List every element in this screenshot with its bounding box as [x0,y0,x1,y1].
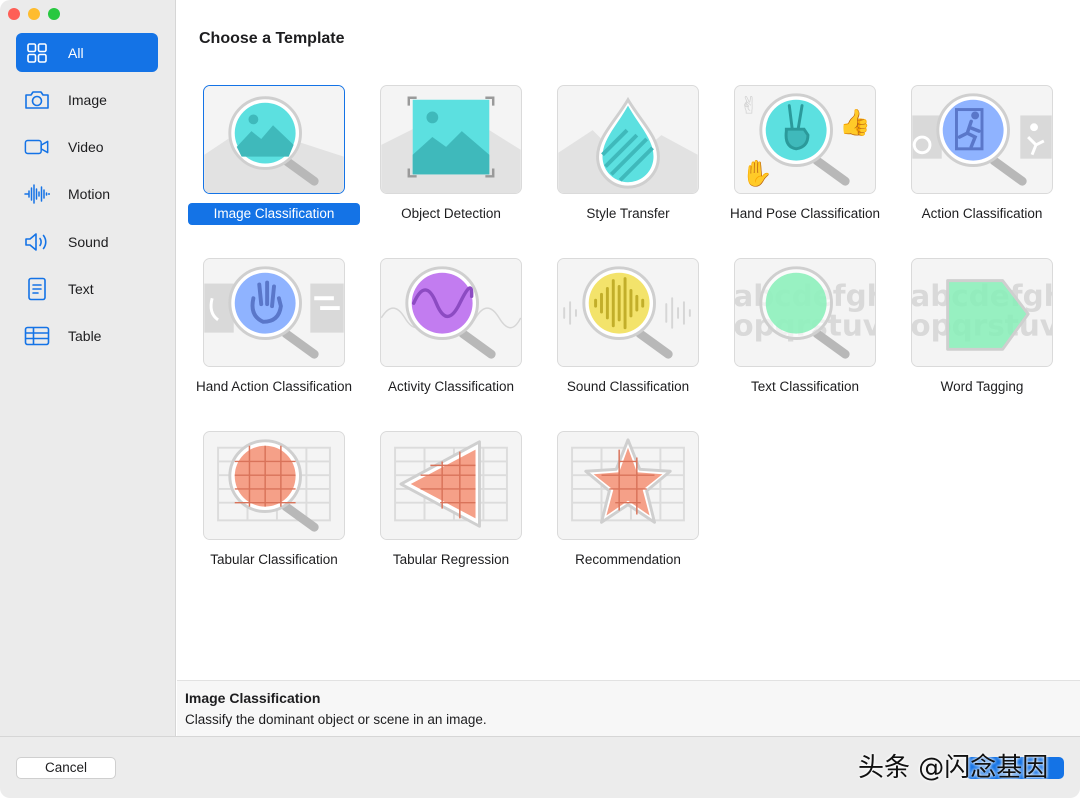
style-transfer-icon [557,85,699,194]
template-description-panel: Image Classification Classify the domina… [177,680,1080,736]
sidebar-item-text[interactable]: Text [16,269,158,308]
recommendation-icon [557,431,699,540]
sidebar-item-all[interactable]: All [16,33,158,72]
sidebar: All Image Video Motion Sound Text Table [0,0,176,736]
template-label: Object Detection [401,206,501,221]
page-title: Choose a Template [199,30,345,47]
grid-icon [24,40,50,66]
sidebar-item-label: Video [68,139,104,156]
tabular-classification-icon [203,431,345,540]
watermark-text: 头条 @闪念基因 [858,753,1049,783]
video-camera-icon [24,134,50,160]
zoom-window-button[interactable] [48,8,60,20]
sidebar-item-label: Text [68,280,94,297]
close-window-button[interactable] [8,8,20,20]
sidebar-item-sound[interactable]: Sound [16,222,158,261]
sidebar-item-image[interactable]: Image [16,80,158,119]
activity-classification-icon [380,258,522,367]
template-text-classification[interactable]: abcdefghi opqrstuvw Text Classification [719,258,891,398]
sidebar-item-label: Motion [68,186,111,203]
sidebar-item-label: Sound [68,233,109,250]
footer-bar: Cancel 头条 @闪念基因 [0,736,1080,798]
template-object-detection[interactable]: Object Detection [365,85,537,225]
template-label: Text Classification [750,379,860,394]
hand-action-icon [203,258,345,367]
sidebar-item-label: Image [68,91,107,108]
template-tabular-classification[interactable]: Tabular Classification [188,431,360,571]
object-detection-icon [380,85,522,194]
template-activity-classification[interactable]: Activity Classification [365,258,537,398]
speaker-icon [24,229,50,255]
svg-text:✋: ✋ [741,158,773,189]
template-recommendation[interactable]: Recommendation [542,431,714,571]
template-hand-pose-classification[interactable]: ✌ 👍 ✋ Hand Pose Classification [719,85,891,225]
sidebar-item-table[interactable]: Table [16,317,158,356]
action-classification-icon [911,85,1053,194]
document-icon [24,276,50,302]
sidebar-item-video[interactable]: Video [16,128,158,167]
description-title: Image Classification [185,690,321,706]
tabular-regression-icon [380,431,522,540]
template-label: Image Classification [188,203,360,225]
template-tabular-regression[interactable]: Tabular Regression [365,431,537,571]
template-label: Style Transfer [586,206,670,221]
cancel-button[interactable]: Cancel [16,757,116,779]
sidebar-item-label: All [68,44,84,61]
camera-icon [24,87,50,113]
template-label: Sound Classification [566,379,690,394]
sidebar-list: All Image Video Motion Sound Text Table [16,33,158,364]
description-text: Classify the dominant object or scene in… [185,712,487,727]
template-gallery: Choose a Template Image Classification O… [177,0,1080,680]
image-classification-icon [203,85,345,194]
sidebar-item-label: Table [68,328,102,345]
template-label: Tabular Classification [210,552,338,567]
template-label: Hand Action Classification [195,379,353,394]
template-label: Recommendation [575,552,681,567]
text-classification-icon: abcdefghi opqrstuvw [734,258,876,367]
svg-text:👍: 👍 [839,107,871,138]
template-word-tagging[interactable]: abcdefghi opqrstuvw Word Tagging [896,258,1068,398]
template-style-transfer[interactable]: Style Transfer [542,85,714,225]
template-action-classification[interactable]: Action Classification [896,85,1068,225]
waveform-icon [24,181,50,207]
template-label: Activity Classification [387,379,515,394]
template-label: Tabular Regression [392,552,510,567]
table-icon [24,323,50,349]
template-sound-classification[interactable]: Sound Classification [542,258,714,398]
svg-text:✌: ✌ [739,91,759,119]
template-label: Action Classification [921,206,1043,221]
template-label: Hand Pose Classification [729,206,881,221]
sound-classification-icon [557,258,699,367]
minimize-window-button[interactable] [28,8,40,20]
window-controls [8,8,60,20]
hand-pose-icon: ✌ 👍 ✋ [734,85,876,194]
sidebar-item-motion[interactable]: Motion [16,175,158,214]
word-tagging-icon: abcdefghi opqrstuvw [911,258,1053,367]
template-hand-action-classification[interactable]: Hand Action Classification [188,258,360,398]
template-label: Word Tagging [940,379,1024,394]
template-chooser-window: All Image Video Motion Sound Text Table … [0,0,1080,798]
template-image-classification[interactable]: Image Classification [188,85,360,225]
